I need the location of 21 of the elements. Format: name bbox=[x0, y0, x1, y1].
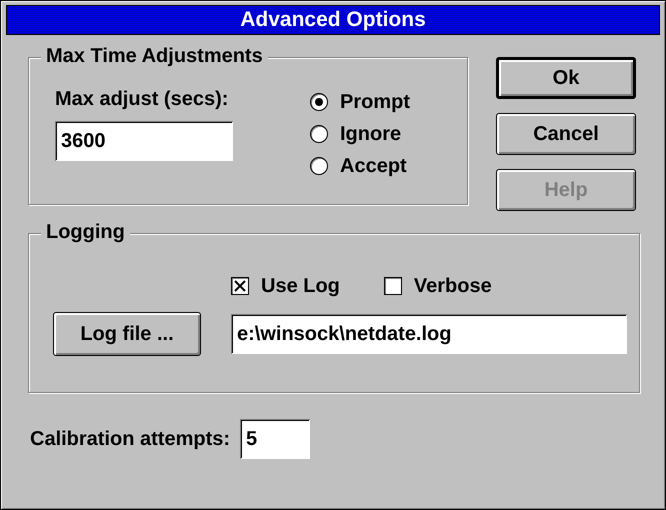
radio-button[interactable] bbox=[310, 93, 328, 111]
radio-button[interactable] bbox=[310, 125, 328, 143]
input-field[interactable]: e:\winsock\netdate.log bbox=[231, 314, 627, 354]
dialog-button[interactable]: Ok bbox=[496, 57, 636, 99]
radio-label: Ignore bbox=[340, 122, 402, 146]
checkbox[interactable] bbox=[384, 277, 402, 295]
field-label: Max adjust (secs): bbox=[55, 88, 230, 111]
group-title: Max Time Adjustments bbox=[41, 45, 268, 68]
checkbox[interactable] bbox=[231, 277, 249, 295]
checkbox-label: Verbose bbox=[414, 274, 492, 298]
radio-label: Prompt bbox=[340, 90, 410, 114]
field-label: Calibration attempts: bbox=[30, 428, 230, 450]
log-file-button[interactable]: Log file ... bbox=[53, 312, 201, 356]
radio-button[interactable] bbox=[310, 157, 328, 175]
dialog-button[interactable]: Cancel bbox=[496, 113, 636, 155]
window-title: Advanced Options bbox=[6, 5, 660, 35]
radio-label: Accept bbox=[340, 154, 407, 178]
group-title: Logging bbox=[41, 221, 130, 244]
input-field[interactable]: 3600 bbox=[55, 121, 233, 161]
input-field[interactable]: 5 bbox=[240, 419, 310, 459]
checkbox-label: Use Log bbox=[261, 274, 340, 298]
